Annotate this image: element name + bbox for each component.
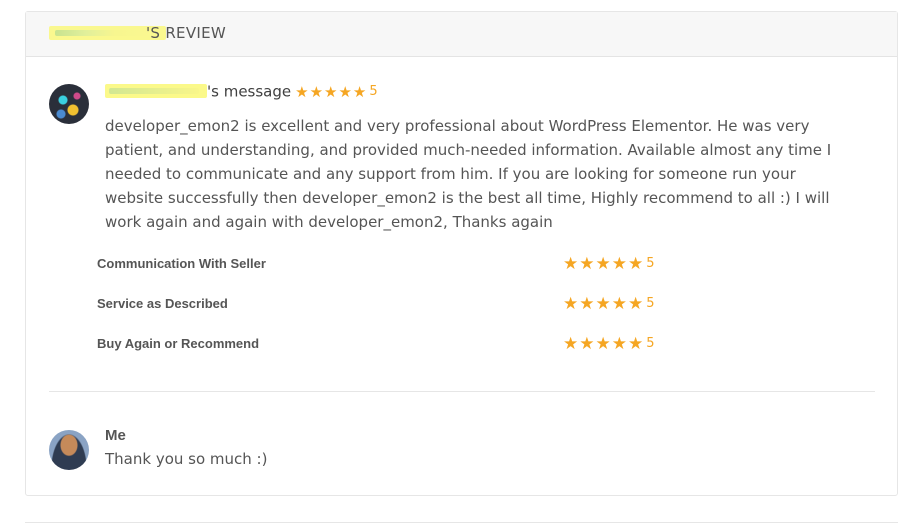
rating-row-buy-again: Buy Again or Recommend ★★★★★ 5 <box>97 333 697 376</box>
message-label: 's message <box>207 82 292 101</box>
rating-row-service: Service as Described ★★★★★ 5 <box>97 293 697 336</box>
reviewer-name-row: 's message ★★★★★ 5 <box>105 81 378 103</box>
criterion-rating-value: 5 <box>646 256 655 271</box>
reviewer-avatar[interactable] <box>49 84 89 124</box>
review-card-body: 's message ★★★★★ 5 developer_emon2 is exce… <box>25 11 898 496</box>
criterion-stars: ★★★★★ 5 <box>563 253 654 274</box>
overall-star-rating: ★★★★★ <box>295 82 368 101</box>
seller-avatar[interactable] <box>49 430 89 470</box>
reply-author: Me <box>105 427 126 444</box>
criterion-label: Service as Described <box>97 296 228 311</box>
criterion-rating-value: 5 <box>646 296 655 311</box>
star-icons: ★★★★★ <box>563 253 645 274</box>
reply-text: Thank you so much :) <box>105 450 268 468</box>
section-divider <box>49 391 875 392</box>
criterion-label: Communication With Seller <box>97 256 266 271</box>
redacted-reviewer-name <box>105 83 207 98</box>
next-card-edge <box>25 522 898 523</box>
rating-breakdown: Communication With Seller ★★★★★ 5 Service… <box>97 253 697 376</box>
criterion-rating-value: 5 <box>646 336 655 351</box>
rating-row-communication: Communication With Seller ★★★★★ 5 <box>97 253 697 296</box>
criterion-label: Buy Again or Recommend <box>97 336 260 351</box>
overall-rating-value: 5 <box>369 84 378 99</box>
criterion-stars: ★★★★★ 5 <box>563 293 654 314</box>
criterion-stars: ★★★★★ 5 <box>563 333 654 354</box>
star-icons: ★★★★★ <box>563 333 645 354</box>
review-text: developer_emon2 is excellent and very pr… <box>105 117 832 231</box>
star-icons: ★★★★★ <box>563 293 645 314</box>
